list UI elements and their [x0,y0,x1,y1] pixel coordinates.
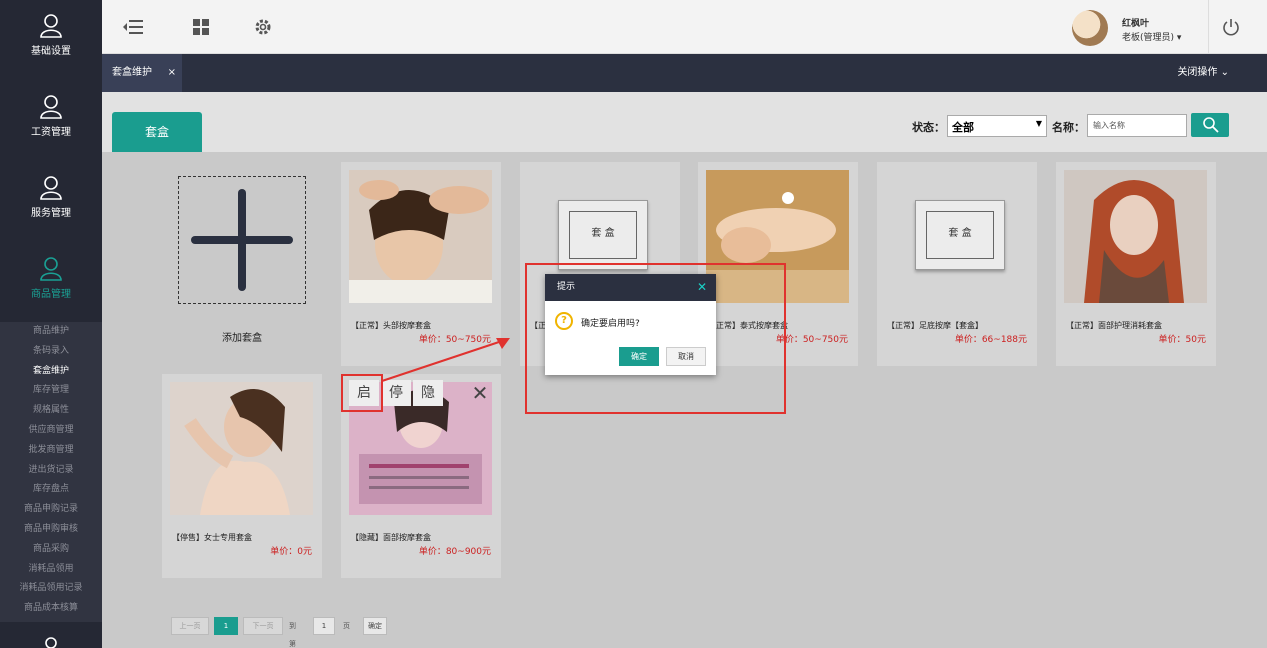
package-title: 【正常】面部护理消耗套盒 [1066,321,1162,330]
tab-label: 套盒维护 [112,67,152,78]
search-button[interactable] [1191,113,1229,137]
dialog-title: 提示 [557,282,576,292]
page-number[interactable]: 1 [214,617,238,635]
tab-package[interactable]: 套盒 [112,112,202,152]
question-icon: ? [555,312,573,330]
highlight-box-enable [341,374,383,412]
package-price: 单价：80~900元 [418,547,491,557]
sidebar-item-label: 服务管理 [31,208,71,219]
cancel-button[interactable]: 取消 [666,347,706,366]
user-role-dropdown[interactable]: 老板(管理员) ▾ [1122,30,1181,43]
confirm-button[interactable]: 确定 [619,347,659,366]
collapse-menu-icon[interactable] [122,16,144,38]
package-card[interactable]: 【停售】女士专用套盒 单价：0元 [162,374,322,578]
sidebar-item-service[interactable]: 服务管理 [0,162,102,242]
package-box-label: 套 盒 [569,211,637,259]
filter-bar: 套盒 状态： 全部 ▼ 名称： 输入名称 [102,92,1267,152]
tab-package-maintenance[interactable]: 套盒维护 × [102,54,182,92]
submenu-item[interactable]: 商品采购 [0,540,102,560]
confirm-dialog: 提示 ✕ ? 确定要启用吗? 确定 取消 [545,274,716,375]
name-input[interactable]: 输入名称 [1087,114,1187,137]
package-box-graphic: 套 盒 [915,200,1005,270]
package-title: 【隐藏】面部按摩套盒 [351,533,431,542]
sidebar-item-basic-settings[interactable]: 基础设置 [0,0,102,80]
close-operations-dropdown[interactable]: 关闭操作 ⌄ [1177,54,1229,92]
add-package-card[interactable]: 添加套盒 [162,162,322,366]
user-icon [40,176,62,200]
package-image: 套 盒 [885,170,1028,303]
tab-bar: 套盒维护 × 关闭操作 ⌄ [102,54,1267,92]
package-title: 【正常】足底按摩【套盒】 [887,321,983,330]
sidebar-item-label: 基础设置 [31,46,71,57]
package-box-label: 套 盒 [926,211,994,259]
package-box-graphic: 套 盒 [558,200,648,270]
status-select[interactable]: 全部 ▼ [947,115,1047,137]
user-icon [40,257,62,281]
arrow-annotation [381,338,510,382]
page-input[interactable]: 1 [313,617,335,635]
submenu-item[interactable]: 库存盘点 [0,480,102,500]
gear-icon[interactable] [252,16,274,38]
search-icon [1203,117,1219,133]
user-icon[interactable] [40,634,62,648]
avatar[interactable] [1072,10,1108,46]
submenu-item[interactable]: 条码录入 [0,342,102,362]
package-title: 【停售】女士专用套盒 [172,533,252,542]
grid-icon[interactable] [190,16,212,38]
user-icon [40,95,62,119]
close-icon[interactable]: × [168,54,176,92]
sidebar-item-label: 工资管理 [31,127,71,138]
package-image [1064,170,1207,303]
plus-icon [191,189,293,291]
chevron-down-icon: ▼ [1035,119,1042,128]
submenu-item[interactable]: 供应商管理 [0,421,102,441]
sidebar-item-products[interactable]: 商品管理 [0,243,102,323]
submenu-item[interactable]: 进出货记录 [0,461,102,481]
package-card[interactable]: 套 盒 【正常】足底按摩【套盒】 单价：66~188元 [877,162,1037,366]
sidebar-submenu: 商品维护 条码录入 套盒维护 库存管理 规格属性 供应商管理 批发商管理 进出货… [0,322,102,622]
submenu-item[interactable]: 商品申购审核 [0,520,102,540]
goto-label: 到第 [289,622,296,648]
goto-confirm-button[interactable]: 确定 [363,617,387,635]
power-icon[interactable] [1222,18,1240,36]
package-image [349,170,492,303]
submenu-item[interactable]: 库存管理 [0,381,102,401]
submenu-item-active[interactable]: 套盒维护 [0,362,102,382]
status-label: 状态： [912,121,945,134]
page-unit: 页 [343,622,350,630]
prev-page-button[interactable]: 上一页 [171,617,209,635]
dialog-header: 提示 ✕ [545,274,716,301]
submenu-item[interactable]: 商品成本核算 [0,599,102,619]
package-price: 单价：0元 [270,547,312,557]
sidebar-item-payroll[interactable]: 工资管理 [0,81,102,161]
user-name[interactable]: 红枫叶 [1122,16,1149,29]
divider [1208,0,1209,54]
user-icon [40,14,62,38]
add-package-box[interactable] [178,176,306,304]
submenu-item[interactable]: 消耗品领用记录 [0,579,102,599]
submenu-item[interactable]: 商品维护 [0,322,102,342]
name-label: 名称： [1052,121,1085,134]
dialog-message: 确定要启用吗? [581,319,640,329]
add-package-label: 添加套盒 [222,333,262,344]
sidebar-item-label: 商品管理 [31,289,71,300]
package-title: 【正常】头部按摩套盒 [351,321,431,330]
submenu-item[interactable]: 商品申购记录 [0,500,102,520]
sidebar: 基础设置 工资管理 服务管理 商品管理 商品维护 条码录入 套盒维护 库存管理 … [0,0,102,648]
submenu-item[interactable]: 批发商管理 [0,441,102,461]
package-card[interactable]: 【正常】面部护理消耗套盒 单价：50元 [1056,162,1216,366]
status-value: 全部 [952,121,974,134]
package-image [170,382,313,515]
submenu-item[interactable]: 消耗品领用 [0,560,102,580]
package-price: 单价：66~188元 [954,335,1027,345]
package-price: 单价：50~750元 [775,335,848,345]
submenu-item[interactable]: 规格属性 [0,401,102,421]
package-price: 单价：50元 [1158,335,1206,345]
close-icon[interactable]: ✕ [697,274,707,301]
next-page-button[interactable]: 下一页 [243,617,283,635]
